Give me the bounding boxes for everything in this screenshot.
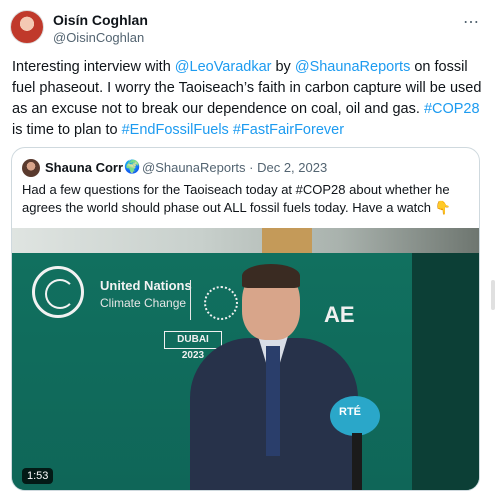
tweet-text: Interesting interview with @LeoVaradkar …	[12, 57, 488, 141]
tweet-text-part: Interesting interview with	[12, 59, 175, 75]
tweet-text-part: is time to plan to	[12, 122, 122, 138]
backdrop-ae-text: AE	[324, 302, 355, 327]
quoted-author-name[interactable]: Shauna Corr	[45, 160, 123, 175]
hashtag-link-endfossilfuels[interactable]: #EndFossilFuels	[122, 122, 229, 138]
author-handle[interactable]: @OisinCoghlan	[53, 30, 144, 45]
quoted-tweet-card[interactable]: Shauna Corr 🌍 @ShaunaReports · Dec 2, 20…	[11, 147, 480, 491]
backdrop-subtitle: Climate Change	[100, 296, 187, 310]
quoted-tweet-text: Had a few questions for the Taoiseach to…	[22, 182, 451, 215]
cop28-emblem-icon	[204, 286, 238, 320]
video-dark-area	[412, 253, 479, 490]
quoted-author-avatar[interactable]	[22, 159, 40, 177]
un-climate-logo-icon	[32, 266, 84, 318]
quoted-author-handle-date[interactable]: @ShaunaReports · Dec 2, 2023	[142, 160, 327, 175]
video-duration-badge: 1:53	[22, 468, 54, 484]
mention-link-shaunareports[interactable]: @ShaunaReports	[295, 59, 410, 75]
hashtag-link-fastfairforever[interactable]: #FastFairForever	[233, 122, 344, 138]
author-name[interactable]: Oisín Coghlan	[53, 12, 148, 28]
microphone-label: RTÉ	[339, 406, 361, 418]
microphone-handle	[352, 433, 362, 490]
scrollbar[interactable]	[491, 280, 495, 310]
globe-icon: 🌍	[124, 159, 141, 174]
backdrop-tag: DUBAI 2023	[164, 331, 222, 361]
person-tie	[266, 346, 280, 456]
tweet-text-part: by	[271, 59, 295, 75]
backdrop-title: United Nations	[100, 278, 192, 293]
author-avatar[interactable]	[10, 10, 44, 44]
more-options-icon[interactable]: ⋯	[463, 12, 480, 32]
backdrop-divider	[190, 280, 191, 320]
person-hair	[242, 264, 300, 288]
hashtag-link-cop28[interactable]: #COP28	[424, 101, 480, 117]
mention-link-leovaradkar[interactable]: @LeoVaradkar	[175, 59, 272, 75]
video-player[interactable]: United Nations Climate Change DUBAI 2023…	[12, 228, 479, 490]
